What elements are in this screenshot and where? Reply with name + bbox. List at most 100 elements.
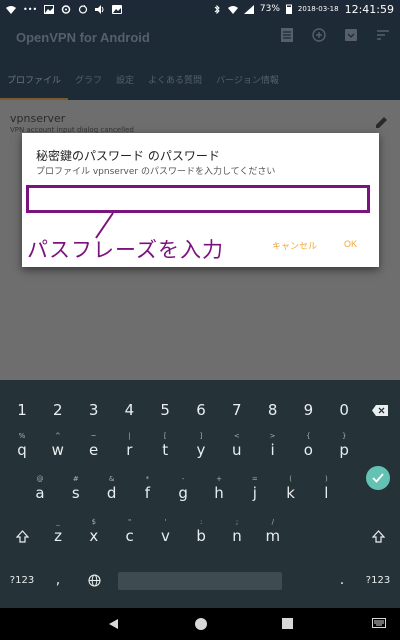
key-3[interactable]: 3	[76, 390, 112, 430]
key-n[interactable]: ; n	[219, 516, 255, 556]
key-hint: @	[36, 475, 44, 483]
number-row: 1 2 3 4 5 6 7 8 9 0	[0, 390, 400, 430]
key-label: 4	[124, 401, 135, 419]
key-7[interactable]: 7	[219, 390, 255, 430]
key-label: 1	[17, 401, 27, 419]
key-v[interactable]: ' v	[147, 516, 183, 556]
key-r[interactable]: | r	[111, 430, 147, 470]
import-icon	[345, 29, 357, 41]
status-bar: ••• 73% 2018-03-18 12:41:59	[0, 0, 400, 18]
back-icon[interactable]	[108, 618, 119, 630]
tab-graph[interactable]: グラフ	[68, 70, 109, 100]
shift-icon	[371, 529, 385, 543]
key-hint: -	[181, 475, 185, 483]
key-5[interactable]: 5	[147, 390, 183, 430]
shift-key-right[interactable]	[360, 516, 396, 556]
symbols-key-right[interactable]: ?123	[360, 560, 396, 600]
key-hint: >	[269, 432, 276, 440]
cancel-button[interactable]: キャンセル	[272, 239, 317, 252]
key-q[interactable]: % q	[4, 430, 40, 470]
keyboard-switch-icon[interactable]	[372, 618, 386, 628]
key-k[interactable]: (k	[273, 473, 309, 513]
profile-name[interactable]: vpnserver	[10, 112, 65, 125]
key-hint: =	[251, 475, 258, 483]
symbols-key-left[interactable]: ?123	[4, 560, 40, 600]
tab-settings[interactable]: 設定	[109, 70, 141, 100]
key-o[interactable]: {o	[290, 430, 326, 470]
key-label: m	[265, 527, 281, 545]
edit-profile-button[interactable]	[375, 114, 388, 133]
dialog-message: プロファイル vpnserver のパスワードを入力してください	[36, 167, 276, 177]
key-hint: "	[127, 518, 132, 526]
app-bar: OpenVPN for Android プロファイル グラフ 設定 よくある質問…	[0, 18, 400, 100]
tab-faq[interactable]: よくある質問	[141, 70, 209, 100]
key-i[interactable]: > i	[255, 430, 291, 470]
key-label: r	[126, 441, 133, 459]
key-hint: [	[163, 432, 167, 440]
key-9[interactable]: 9	[290, 390, 326, 430]
backspace-key[interactable]	[362, 390, 398, 430]
key-m[interactable]: / m	[255, 516, 291, 556]
tab-about[interactable]: バージョン情報	[209, 70, 286, 100]
key-p[interactable]: } p	[326, 430, 362, 470]
key-4[interactable]: 4	[111, 390, 147, 430]
key-label: v	[160, 527, 170, 545]
key-x[interactable]: $ x	[76, 516, 112, 556]
key-0[interactable]: 0	[326, 390, 362, 430]
key-label: u	[232, 441, 242, 459]
import-button[interactable]	[342, 26, 360, 44]
key-label: n	[232, 527, 242, 545]
key-l[interactable]: ) l	[308, 473, 344, 513]
key-label: x	[89, 527, 99, 545]
key-c[interactable]: " c	[112, 516, 148, 556]
key-hint: |	[128, 432, 131, 440]
key-2[interactable]: 2	[40, 390, 76, 430]
recents-icon[interactable]	[282, 618, 293, 629]
comma-key[interactable]: ,	[40, 560, 76, 600]
list-button[interactable]	[278, 26, 296, 44]
shift-key-left[interactable]	[4, 516, 40, 556]
key-hint: ~	[90, 432, 97, 440]
period-key[interactable]: .	[324, 560, 360, 600]
key-hint: }	[341, 432, 347, 440]
key-h[interactable]: + h	[201, 473, 237, 513]
key-f[interactable]: * f	[129, 473, 165, 513]
check-icon	[372, 473, 384, 483]
password-input[interactable]	[26, 185, 370, 213]
key-6[interactable]: 6	[183, 390, 219, 430]
tab-profiles[interactable]: プロファイル	[0, 70, 69, 100]
language-key[interactable]	[76, 560, 112, 600]
key-b[interactable]: :b	[183, 516, 219, 556]
key-w[interactable]: ^ w	[40, 430, 76, 470]
enter-key[interactable]	[366, 466, 390, 490]
key-1[interactable]: 1	[4, 390, 40, 430]
key-d[interactable]: & d	[94, 473, 130, 513]
key-a[interactable]: @ a	[22, 473, 58, 513]
signal-icon	[243, 4, 254, 14]
shift-icon	[15, 529, 29, 543]
annotation-text: パスフレーズを入力	[27, 238, 224, 262]
dialog-title: 秘密鍵のパスワード のパスワード	[36, 149, 220, 163]
image-icon	[44, 4, 55, 14]
sort-button[interactable]	[374, 26, 392, 44]
pencil-icon	[376, 117, 387, 128]
key-hint: +	[216, 475, 222, 483]
key-z[interactable]: _ z	[40, 516, 76, 556]
key-e[interactable]: ~ e	[76, 430, 112, 470]
add-profile-button[interactable]	[310, 26, 328, 44]
qwerty-row: % q ^ w ~ e | r[t] y < u > i{o} p	[0, 430, 400, 470]
key-g[interactable]: -g	[165, 473, 201, 513]
key-t[interactable]: [t	[147, 430, 183, 470]
key-u[interactable]: < u	[219, 430, 255, 470]
key-8[interactable]: 8	[255, 390, 291, 430]
key-label: g	[178, 484, 188, 502]
key-label: 6	[196, 401, 206, 419]
key-s[interactable]: # s	[58, 473, 94, 513]
home-icon[interactable]	[194, 617, 208, 631]
key-y[interactable]: ] y	[183, 430, 219, 470]
key-label: q	[17, 441, 27, 459]
ok-button[interactable]: OK	[344, 239, 357, 249]
key-j[interactable]: = j	[237, 473, 273, 513]
key-label: 0	[339, 401, 349, 419]
space-key[interactable]	[118, 572, 282, 590]
